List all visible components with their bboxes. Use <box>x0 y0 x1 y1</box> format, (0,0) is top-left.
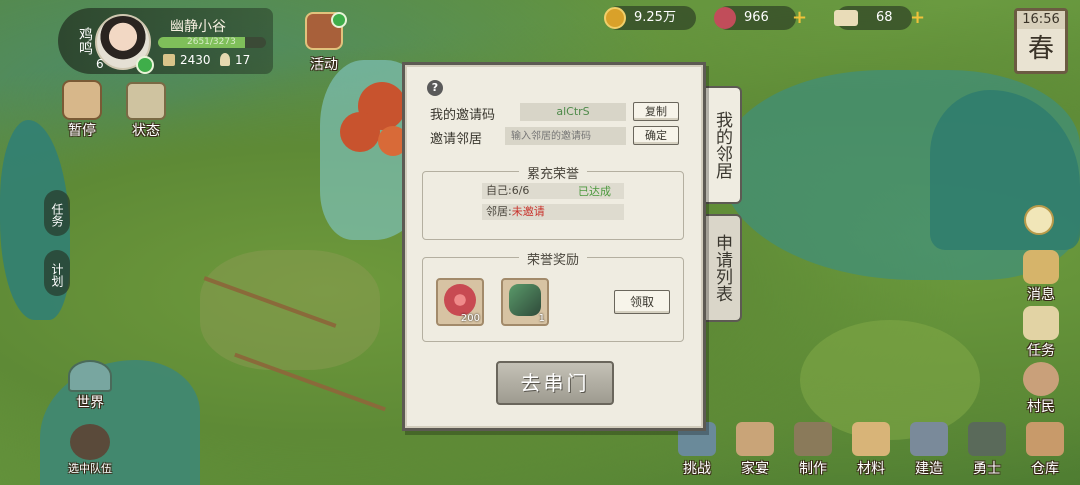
message-button[interactable]: 消息 <box>1018 250 1064 304</box>
pause-label: 暂停 <box>68 123 96 139</box>
reward-section-title: 荣誉奖励 <box>518 249 588 268</box>
bottom-menu-label: 材料 <box>857 461 885 477</box>
jade-icon <box>714 7 736 29</box>
copy-button[interactable]: 复制 <box>633 102 679 121</box>
event-button[interactable]: 活动 <box>298 12 350 76</box>
quest-label: 任务 <box>1027 343 1055 359</box>
neighbor-status: 未邀请 <box>511 205 545 218</box>
player-name: 幽静小谷 <box>170 19 226 35</box>
help-icon[interactable]: ? <box>427 80 443 96</box>
ticket-resource[interactable]: 68 <box>834 6 912 30</box>
reward-qty: 200 <box>460 313 480 324</box>
honor-section-title: 累充荣誉 <box>518 163 588 182</box>
world-label: 世界 <box>76 395 104 411</box>
scroll-icon <box>1023 306 1059 340</box>
bottom-menu-label: 家宴 <box>741 461 769 477</box>
food-count: 2430 <box>180 53 211 67</box>
claim-button[interactable]: 领取 <box>614 290 670 314</box>
population-count: 17 <box>235 53 251 67</box>
quest-button[interactable]: 任务 <box>1018 306 1064 360</box>
green-ore-icon <box>509 284 541 316</box>
add-ticket-button[interactable]: + <box>910 6 925 30</box>
bell-icon <box>1023 250 1059 284</box>
reward-item-ore[interactable]: 1 <box>501 278 549 326</box>
exp-text: 2651/3273 <box>187 37 236 47</box>
visit-neighbor-button[interactable]: 去串门 <box>496 361 614 405</box>
bottom-menu-craft[interactable]: 制作 <box>784 418 842 478</box>
villager-icon <box>1023 362 1059 396</box>
bottom-menu: 挑战 家宴 制作 材料 建造 勇士 仓库 <box>668 418 1080 485</box>
warrior-icon <box>968 422 1006 456</box>
flower-icon <box>1024 205 1054 235</box>
bottom-menu-material[interactable]: 材料 <box>842 418 900 478</box>
ticket-value: 68 <box>876 10 893 25</box>
invite-code-label: 我的邀请码 <box>430 108 496 123</box>
build-icon <box>910 422 948 456</box>
flower-menu-button[interactable] <box>1024 205 1056 237</box>
banquet-icon <box>736 422 774 456</box>
coin-value: 9.25万 <box>634 10 676 25</box>
jade-value: 966 <box>744 10 769 25</box>
player-level: 6 <box>96 57 104 71</box>
coin-icon <box>604 7 626 29</box>
pause-button[interactable]: 暂停 <box>55 80 109 140</box>
tab-task[interactable]: 任务 <box>44 190 70 236</box>
reward-item-jade[interactable]: 200 <box>436 278 484 326</box>
bottom-menu-banquet[interactable]: 家宴 <box>726 418 784 478</box>
world-button[interactable]: 世界 <box>60 360 120 412</box>
bottom-menu-label: 挑战 <box>683 461 711 477</box>
season-label: 春 <box>1027 34 1054 64</box>
select-team-label: 选中队伍 <box>68 462 112 475</box>
tab-application-list[interactable]: 申请列表 <box>704 214 742 322</box>
world-map-icon <box>68 360 112 392</box>
invite-code-input[interactable] <box>505 127 626 145</box>
material-icon <box>852 422 890 456</box>
notification-dot <box>331 12 347 28</box>
craft-icon <box>794 422 832 456</box>
self-status: 已达成 <box>578 185 611 198</box>
team-icon <box>70 424 110 460</box>
coin-resource[interactable]: 9.25万 <box>604 6 696 30</box>
maple-tree <box>340 112 380 152</box>
population-icon <box>220 53 230 66</box>
bottom-menu-warrior[interactable]: 勇士 <box>958 418 1016 478</box>
reward-qty: 1 <box>538 313 545 324</box>
event-label: 活动 <box>310 57 338 73</box>
bottom-menu-label: 制作 <box>799 461 827 477</box>
villager-button[interactable]: 村民 <box>1018 362 1064 416</box>
status-label: 状态 <box>132 123 160 139</box>
bottom-menu-build[interactable]: 建造 <box>900 418 958 478</box>
ticket-icon <box>834 10 858 26</box>
status-button[interactable]: 状态 <box>118 82 174 140</box>
villager-label: 村民 <box>1027 399 1055 415</box>
status-icon <box>126 82 166 120</box>
warehouse-icon <box>1026 422 1064 456</box>
confirm-button[interactable]: 确定 <box>633 126 679 145</box>
select-team-button[interactable]: 选中队伍 <box>58 424 122 476</box>
online-status-dot <box>136 56 154 74</box>
tab-my-neighbors[interactable]: 我的邻居 <box>704 86 742 204</box>
neighbor-progress-prefix: 邻居: <box>486 205 512 218</box>
granary-icon <box>163 54 175 66</box>
bottom-menu-label: 仓库 <box>1031 461 1059 477</box>
invite-code-value: alCtrS <box>520 103 626 121</box>
bottom-menu-label: 建造 <box>915 461 943 477</box>
bottom-menu-warehouse[interactable]: 仓库 <box>1016 418 1074 478</box>
server-name: 鸡鸣 <box>77 27 93 55</box>
bottom-menu-label: 勇士 <box>973 461 1001 477</box>
jade-flower-icon <box>444 284 476 316</box>
season-clock[interactable]: 16:56 春 <box>1014 8 1068 74</box>
pause-icon <box>62 80 102 120</box>
add-jade-button[interactable]: + <box>792 6 807 30</box>
message-label: 消息 <box>1027 287 1055 303</box>
jade-resource[interactable]: 966 <box>714 6 796 30</box>
invite-neighbor-label: 邀请邻居 <box>430 132 483 147</box>
clock-time: 16:56 <box>1017 11 1065 29</box>
tab-plan[interactable]: 计划 <box>44 250 70 296</box>
neighbor-progress: 邻居:未邀请 <box>482 204 624 220</box>
